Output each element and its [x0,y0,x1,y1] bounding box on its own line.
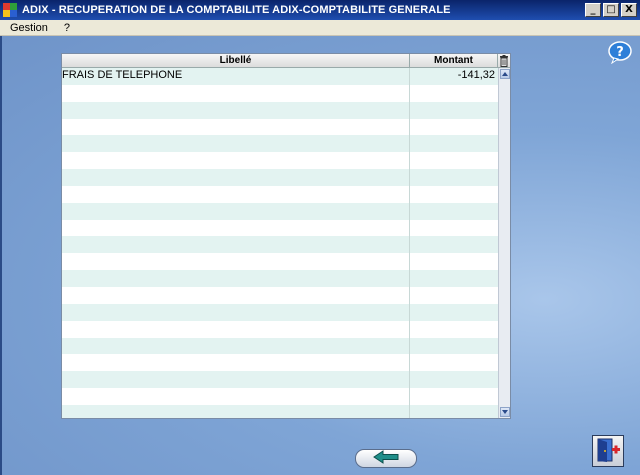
grid-body: FRAIS DE TELEPHONE -141,32 [62,68,498,418]
cell-libelle[interactable] [62,337,410,355]
menu-gestion[interactable]: Gestion [10,22,48,34]
accounting-grid: Libellé Montant FRAIS DE TELEPHONE -141,3… [61,53,511,419]
cell-montant[interactable] [410,304,498,321]
cell-libelle[interactable] [62,320,410,338]
table-row[interactable] [62,270,498,287]
table-row[interactable] [62,169,498,186]
close-button[interactable]: X [621,3,637,17]
cell-montant[interactable] [410,186,498,203]
cell-libelle[interactable]: FRAIS DE TELEPHONE [62,68,410,85]
table-row[interactable] [62,219,498,237]
table-row[interactable] [62,388,498,405]
table-row[interactable] [62,354,498,372]
cell-montant[interactable] [410,270,498,287]
exit-button[interactable] [592,435,624,467]
cell-montant[interactable] [410,169,498,186]
table-row[interactable] [62,253,498,271]
table-row[interactable] [62,320,498,338]
cell-montant[interactable] [410,236,498,253]
cell-libelle[interactable] [62,354,410,372]
cell-montant[interactable] [410,287,498,304]
cell-libelle[interactable] [62,169,410,186]
cell-libelle[interactable] [62,236,410,254]
cell-libelle[interactable] [62,371,410,389]
scroll-up-button[interactable] [500,69,510,79]
table-row[interactable] [62,84,498,102]
trash-icon[interactable] [499,55,509,67]
column-header-libelle[interactable]: Libellé [62,54,410,68]
table-row[interactable] [62,303,498,321]
cell-montant[interactable] [410,371,498,388]
cell-libelle[interactable] [62,185,410,203]
cell-libelle[interactable] [62,118,410,136]
table-row[interactable] [62,185,498,203]
cell-libelle[interactable] [62,101,410,119]
table-row[interactable] [62,135,498,153]
grid-header: Libellé Montant [62,54,510,68]
cell-montant[interactable] [410,354,498,371]
menu-bar: Gestion ? [0,20,640,36]
arrow-left-icon [372,450,400,467]
cell-montant[interactable] [410,405,498,418]
cell-montant[interactable] [410,388,498,405]
cell-libelle[interactable] [62,219,410,237]
maximize-button[interactable]: □ [603,3,619,17]
window-title: ADIX - RECUPERATION DE LA COMPTABILITE A… [22,4,451,16]
table-row[interactable] [62,371,498,389]
cell-libelle[interactable] [62,135,410,153]
minimize-button[interactable]: _ [585,3,601,17]
cell-libelle[interactable] [62,152,410,170]
cell-montant[interactable] [410,135,498,152]
cell-libelle[interactable] [62,84,410,102]
cell-montant[interactable] [410,253,498,270]
app-logo-icon [3,3,17,17]
cell-libelle[interactable] [62,388,410,405]
cell-montant[interactable] [410,321,498,338]
table-row[interactable] [62,236,498,254]
table-row[interactable] [62,152,498,170]
table-row[interactable] [62,337,498,355]
table-row[interactable]: FRAIS DE TELEPHONE -141,32 [62,68,498,85]
help-question-icon[interactable]: ? [608,40,632,65]
back-button[interactable] [355,449,417,468]
table-row[interactable] [62,118,498,136]
svg-text:?: ? [616,45,624,60]
cell-montant[interactable]: -141,32 [410,68,498,85]
table-row[interactable] [62,404,498,418]
exit-door-icon [595,437,621,466]
cell-libelle[interactable] [62,286,410,304]
table-row[interactable] [62,101,498,119]
column-header-montant[interactable]: Montant [410,54,498,68]
menu-help[interactable]: ? [64,22,70,34]
cell-libelle[interactable] [62,404,410,418]
cell-montant[interactable] [410,152,498,169]
vertical-scrollbar[interactable] [498,68,510,418]
cell-montant[interactable] [410,102,498,119]
cell-montant[interactable] [410,338,498,355]
table-row[interactable] [62,286,498,304]
cell-montant[interactable] [410,119,498,136]
cell-libelle[interactable] [62,270,410,287]
table-row[interactable] [62,202,498,220]
scroll-down-button[interactable] [500,407,510,417]
cell-montant[interactable] [410,220,498,237]
cell-libelle[interactable] [62,202,410,220]
cell-libelle[interactable] [62,303,410,321]
cell-libelle[interactable] [62,253,410,271]
cell-montant[interactable] [410,85,498,102]
cell-montant[interactable] [410,203,498,220]
title-bar: ADIX - RECUPERATION DE LA COMPTABILITE A… [0,0,640,20]
